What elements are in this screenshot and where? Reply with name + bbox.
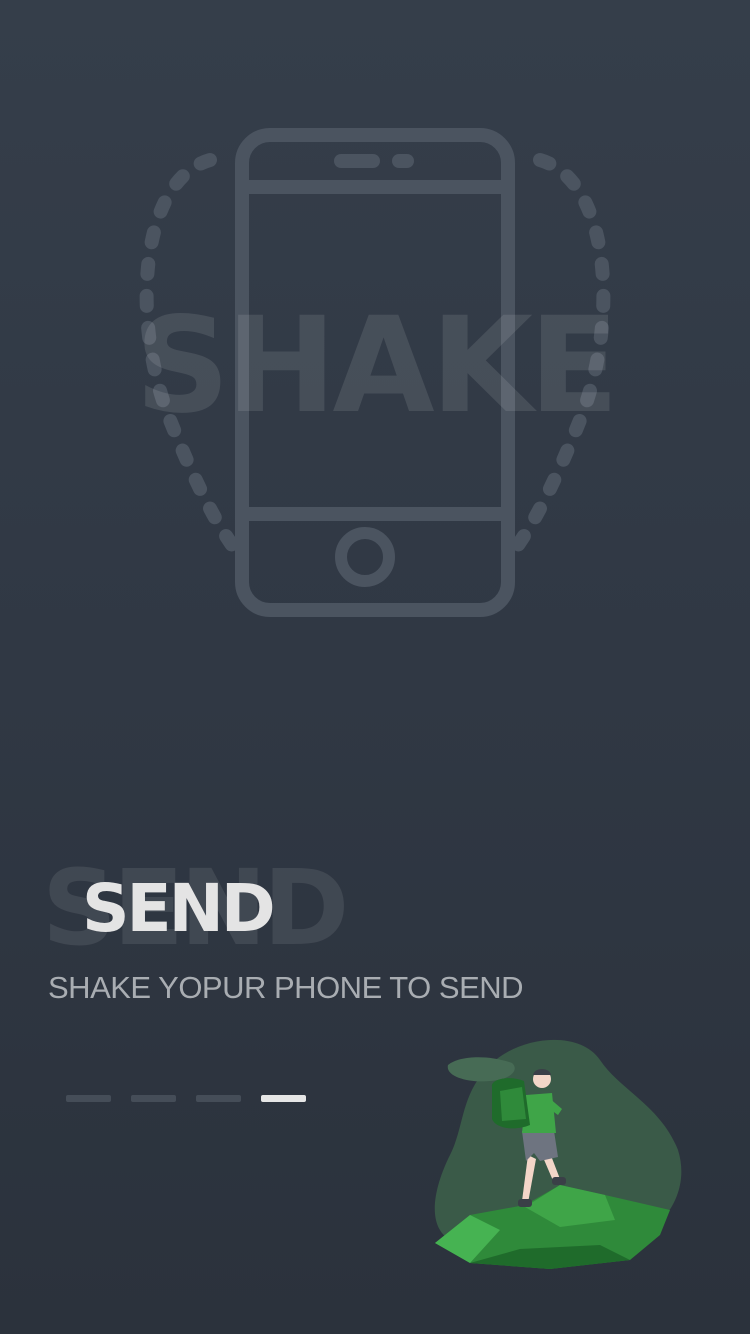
shake-watermark: SHAKE [134, 289, 619, 443]
page-indicator [66, 1095, 306, 1102]
page-indicator-dot-1[interactable] [66, 1095, 111, 1102]
page-indicator-dot-3[interactable] [196, 1095, 241, 1102]
hiker-illustration [430, 1035, 690, 1275]
page-subtitle: SHAKE YOPUR PHONE TO SEND [48, 970, 524, 1005]
page-indicator-dot-4-active[interactable] [261, 1095, 306, 1102]
page-title: SEND [82, 870, 276, 947]
page-indicator-dot-2[interactable] [131, 1095, 176, 1102]
intro-text-block: SEND SEND SHAKE YOPUR PHONE TO SEND [40, 850, 700, 1030]
onboarding-screen: SHAKE SEND SEND SHAKE YOPUR PHONE TO SEN… [0, 0, 750, 1334]
